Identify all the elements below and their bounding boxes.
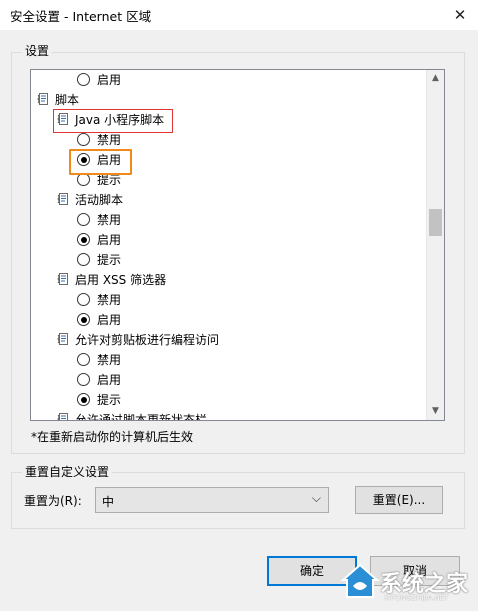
script-settings-icon xyxy=(57,332,71,346)
vertical-scrollbar[interactable]: ▲ ▼ xyxy=(426,70,444,420)
scrollbar-thumb[interactable] xyxy=(429,209,442,236)
reset-to-label: 重置为(R): xyxy=(24,494,82,508)
radio-option-label: 提示 xyxy=(97,393,122,407)
category-label: 脚本 xyxy=(55,93,80,107)
watermark-logo: 系统之家 XITONGZHIJIA.NET xyxy=(340,560,476,606)
radio-button[interactable] xyxy=(77,213,90,226)
java-applet-highlight-box xyxy=(53,109,173,133)
script-settings-icon xyxy=(57,192,71,206)
watermark-house-icon xyxy=(340,563,380,598)
radio-button[interactable] xyxy=(77,133,90,146)
radio-option-label: 提示 xyxy=(97,253,122,267)
radio-option-label: 禁用 xyxy=(97,293,122,307)
close-button[interactable]: ✕ xyxy=(442,0,478,30)
subcategory-label: 活动脚本 xyxy=(75,193,124,207)
reset-button[interactable]: 重置(E)... xyxy=(355,486,443,514)
radio-option-label: 启用 xyxy=(97,73,122,87)
radio-button-checked[interactable] xyxy=(77,313,90,326)
enable-option-highlight-box xyxy=(69,149,132,175)
subcategory-label: 启用 XSS 筛选器 xyxy=(75,273,167,287)
radio-option-label: 禁用 xyxy=(97,353,122,367)
radio-option-label: 启用 xyxy=(97,313,122,327)
title-bar: 安全设置 - Internet 区域 ✕ xyxy=(0,0,478,30)
security-level-select[interactable]: 中 ⌵ xyxy=(95,487,329,513)
radio-button[interactable] xyxy=(77,253,90,266)
subcategory-label: 允许对剪贴板进行编程访问 xyxy=(75,333,220,347)
script-settings-icon xyxy=(57,412,71,420)
radio-option-label: 启用 xyxy=(97,373,122,387)
window-title: 安全设置 - Internet 区域 xyxy=(10,9,152,24)
radio-button[interactable] xyxy=(77,373,90,386)
chevron-down-icon: ⌵ xyxy=(311,491,321,505)
radio-option-label: 禁用 xyxy=(97,213,122,227)
security-level-value: 中 xyxy=(102,495,115,509)
subcategory-label: 允许通过脚本更新状态栏 xyxy=(75,413,208,420)
radio-button-checked[interactable] xyxy=(77,233,90,246)
script-settings-icon xyxy=(57,272,71,286)
settings-group-label: 设置 xyxy=(22,42,53,59)
scroll-up-arrow-icon[interactable]: ▲ xyxy=(427,70,444,87)
radio-button-checked[interactable] xyxy=(77,393,90,406)
watermark-subtext: XITONGZHIJIA.NET xyxy=(384,594,449,602)
radio-option-label: 禁用 xyxy=(97,133,122,147)
restart-note: *在重新启动你的计算机后生效 xyxy=(31,430,194,444)
radio-button[interactable] xyxy=(77,73,90,86)
scroll-down-arrow-icon[interactable]: ▼ xyxy=(427,403,444,420)
script-settings-icon xyxy=(37,92,51,106)
reset-group-label: 重置自定义设置 xyxy=(22,463,113,480)
radio-option-label: 启用 xyxy=(97,233,122,247)
radio-button[interactable] xyxy=(77,293,90,306)
close-icon[interactable]: ✕ xyxy=(454,6,467,24)
radio-button[interactable] xyxy=(77,353,90,366)
